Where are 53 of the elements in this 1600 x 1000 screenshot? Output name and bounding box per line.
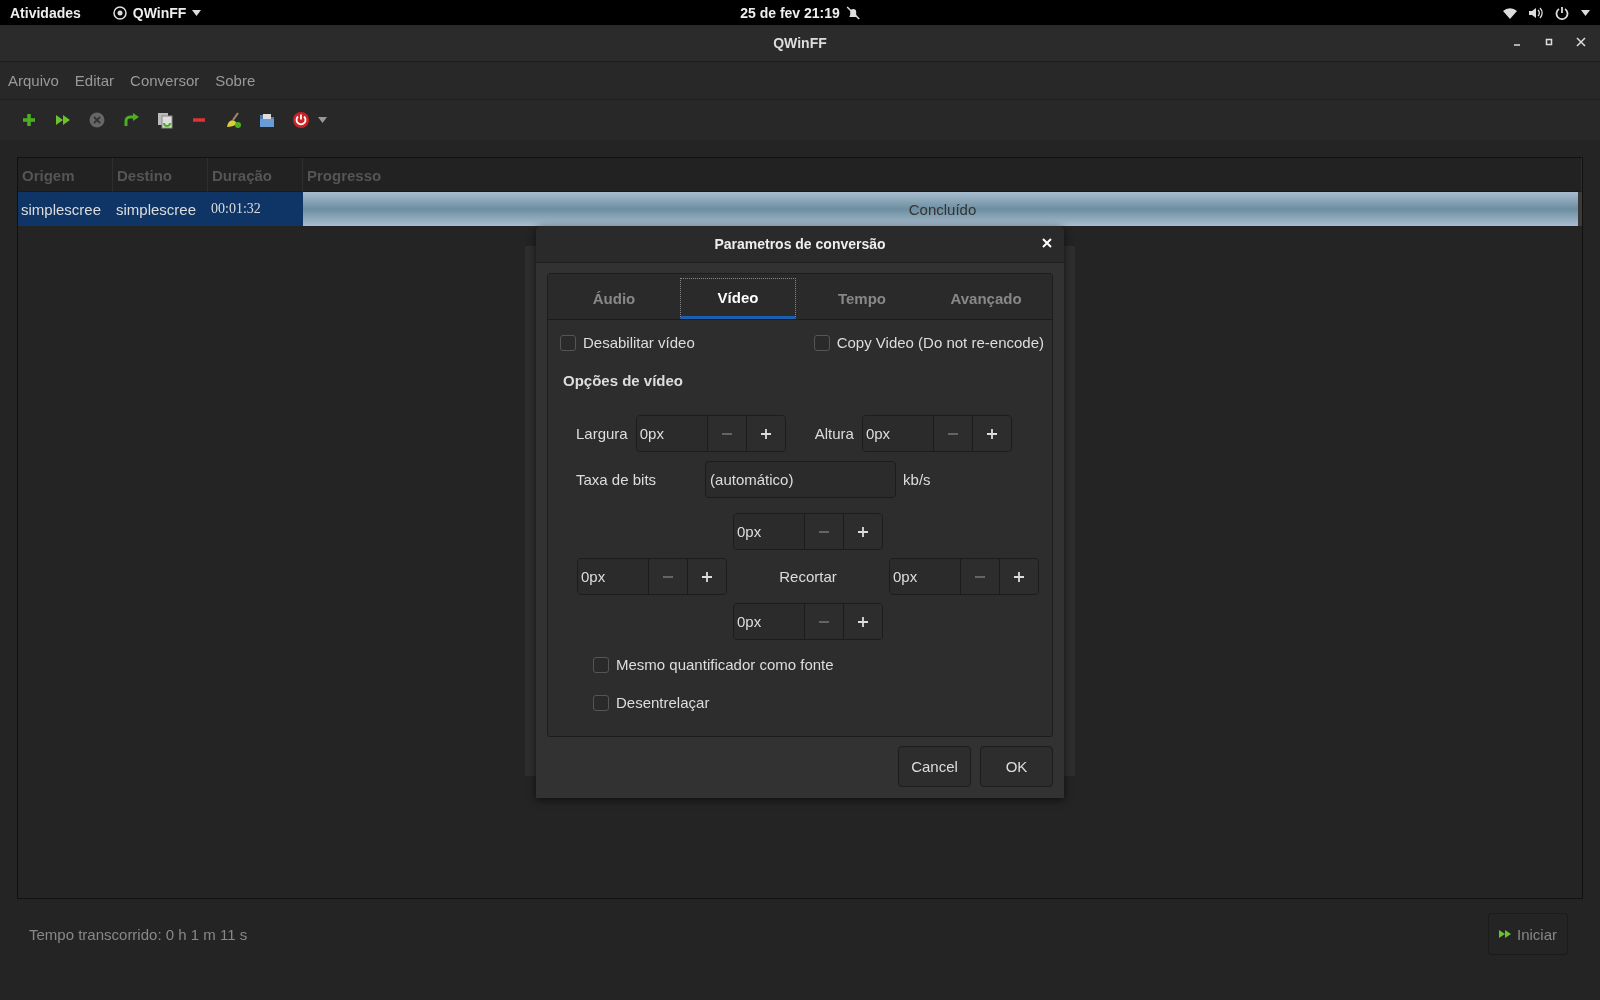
app-menu[interactable]: QWinFF: [132, 4, 187, 21]
start-button[interactable]: Iniciar: [1488, 913, 1568, 955]
menu-item[interactable]: Editar: [74, 72, 115, 89]
crop-label: Recortar: [778, 568, 838, 585]
progress-text: Concluído: [907, 200, 978, 218]
checkbox-label[interactable]: Desentrelaçar: [616, 694, 710, 711]
menu-item[interactable]: Conversor: [130, 72, 200, 89]
table-cell: 00:01:32: [208, 192, 303, 226]
caret-icon[interactable]: [1581, 9, 1590, 16]
activities-button[interactable]: Atividades: [10, 4, 81, 21]
app-icon: [112, 5, 127, 20]
power-icon[interactable]: [1555, 5, 1569, 20]
checkbox[interactable]: [560, 334, 576, 351]
tab[interactable]: Avançado: [928, 278, 1044, 319]
checkbox[interactable]: [813, 334, 830, 351]
table-cell: simplescree: [113, 192, 208, 226]
maximize-icon[interactable]: [1544, 37, 1554, 47]
section-title: Opções de vídeo: [563, 372, 685, 389]
add-icon[interactable]: [20, 111, 38, 129]
close-icon[interactable]: [1576, 37, 1586, 47]
ok-button[interactable]: OK: [980, 746, 1053, 787]
unit-label: kb/s: [903, 471, 931, 488]
tab[interactable]: Tempo: [804, 278, 920, 319]
table-cell: simplescree: [18, 192, 113, 226]
caret-icon[interactable]: [192, 9, 202, 16]
cancel-button[interactable]: Cancel: [898, 746, 971, 787]
field-label: Taxa de bits: [576, 471, 657, 488]
field-label: Altura: [814, 425, 854, 442]
folder-icon[interactable]: [258, 111, 276, 129]
menu-item[interactable]: Arquivo: [8, 72, 59, 89]
menu-item[interactable]: Sobre: [215, 72, 256, 89]
tab[interactable]: Vídeo: [680, 278, 796, 319]
window-title: QWinFF: [773, 35, 827, 51]
field-label: Largura: [576, 425, 628, 442]
checkbox-label[interactable]: Mesmo quantificador como fonte: [616, 656, 834, 673]
muted-bell-icon: [845, 5, 860, 20]
stop-icon[interactable]: [88, 111, 106, 129]
fast-forward-icon: [1499, 929, 1511, 939]
clock-text[interactable]: 25 de fev 21:19: [740, 4, 840, 21]
power-icon[interactable]: [292, 111, 310, 129]
dialog-title: Parametros de conversão: [714, 236, 886, 252]
redo-icon[interactable]: [122, 111, 140, 129]
elapsed-time-text: Tempo transcorrido: 0 h 1 m 11 s: [29, 925, 248, 943]
checkbox-label[interactable]: Copy Video (Do not re-encode): [836, 334, 1044, 351]
volume-icon[interactable]: [1529, 6, 1543, 19]
tab[interactable]: Áudio: [556, 278, 672, 319]
checkbox[interactable]: [593, 694, 609, 711]
checkbox-label[interactable]: Desabilitar vídeo: [583, 334, 695, 351]
checkbox[interactable]: [593, 656, 609, 673]
broom-icon[interactable]: [224, 111, 242, 129]
documents-icon[interactable]: [156, 111, 174, 129]
bitrate-field[interactable]: (automático): [705, 461, 897, 498]
wifi-icon[interactable]: [1503, 6, 1517, 19]
